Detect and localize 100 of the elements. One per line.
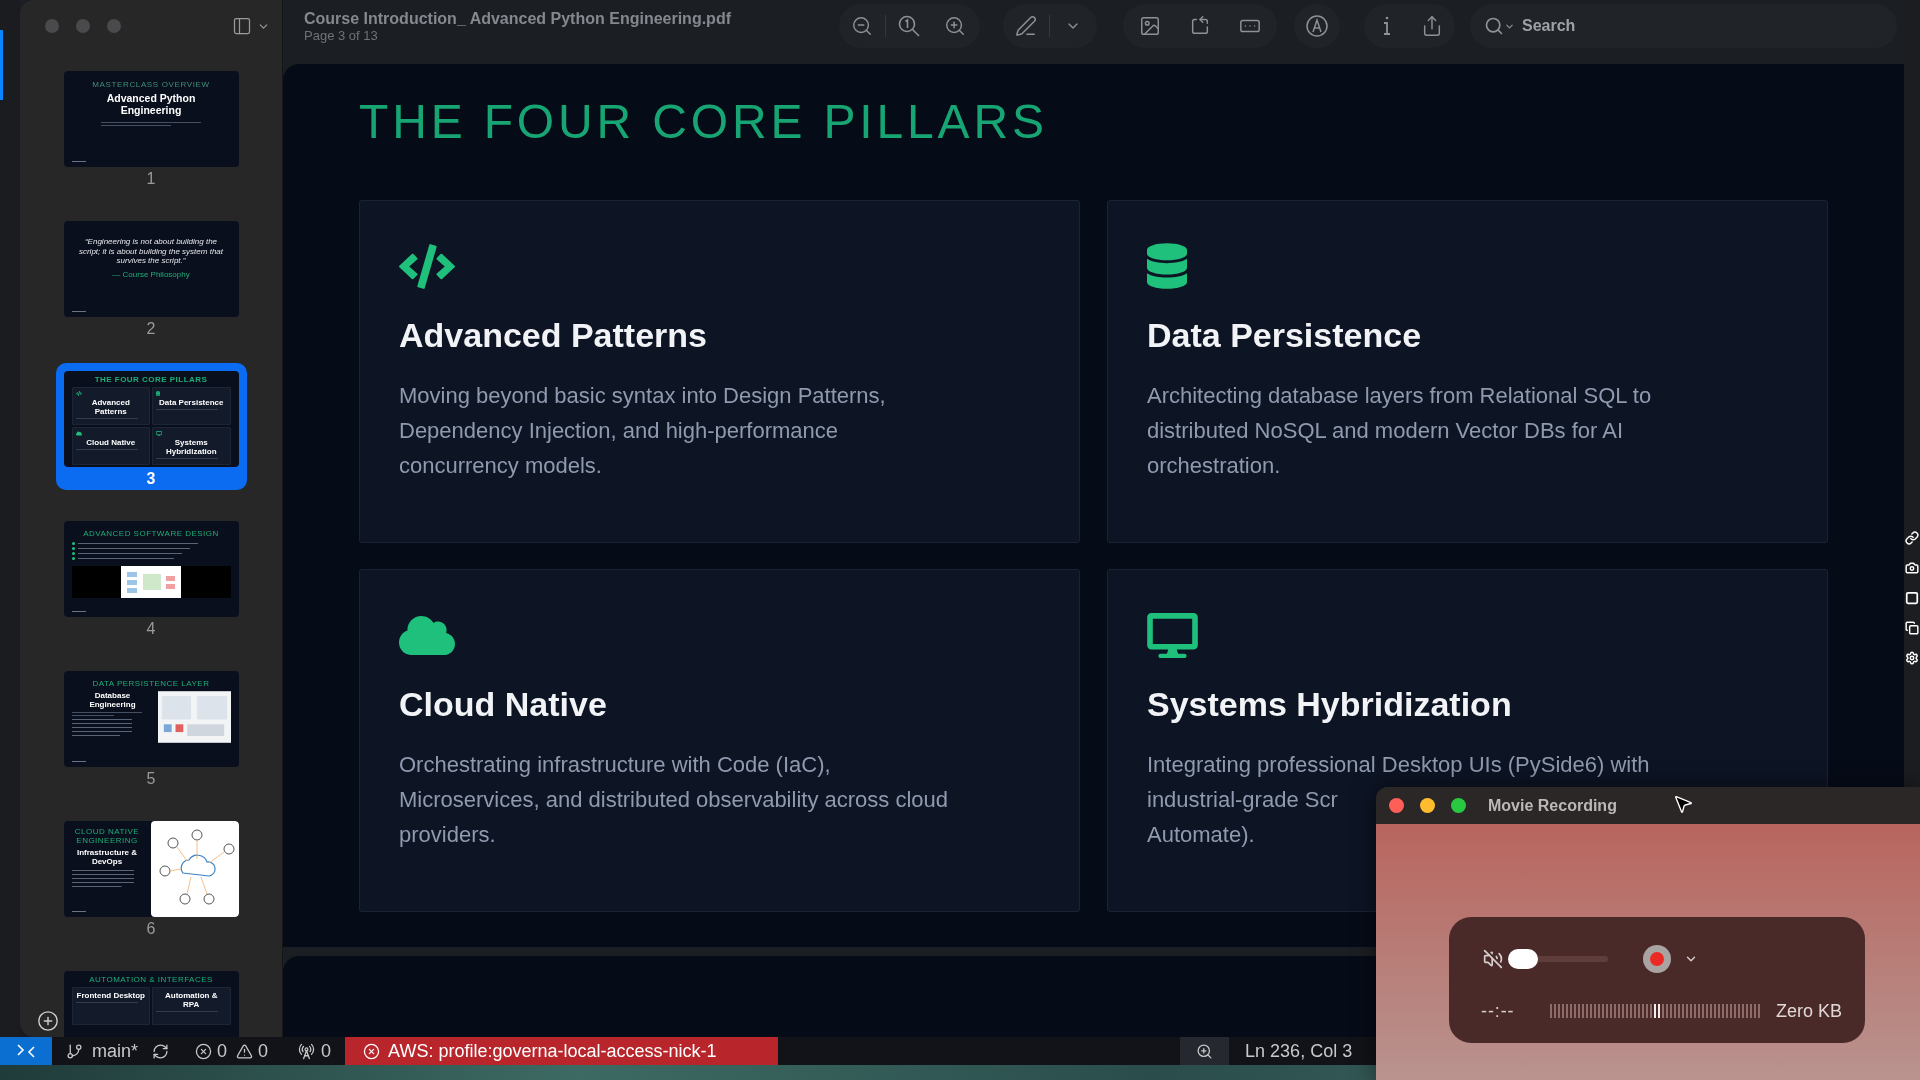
search-field[interactable]: Search: [1470, 4, 1897, 48]
thumbnail-heading: Advanced Python Engineering: [105, 92, 197, 116]
image-icon: [1139, 15, 1161, 37]
text-lines-drawing: [156, 1011, 218, 1012]
maximize-icon[interactable]: [1451, 798, 1466, 813]
page-thumbnail-item[interactable]: ADVANCED SOFTWARE DESIGN 4: [55, 513, 247, 640]
thumbnail-subheading: Database Engineering: [88, 691, 137, 709]
search-icon: [1484, 16, 1504, 36]
mouse-pointer-icon: [1672, 793, 1694, 815]
elapsed-time: --:--: [1481, 999, 1516, 1023]
thumbnail-subheading: Infrastructure & DevOps: [76, 848, 138, 866]
text-lines-drawing: [75, 1002, 138, 1003]
text-lines-drawing: [156, 458, 218, 459]
card-description-fragment: Integrating professional Desktop UIs (PySide6) with: [1147, 751, 1650, 779]
slide-heading: THE FOUR CORE PILLARS: [359, 94, 1048, 150]
error-icon: [363, 1042, 381, 1060]
text-lines-drawing: [71, 719, 132, 736]
thumbnail-eyebrow: MASTERCLASS OVERVIEW: [92, 80, 210, 89]
ports-button[interactable]: 0: [298, 1037, 332, 1065]
chevron-down-icon: [1504, 21, 1515, 32]
thumbnail-attribution: — Course Philosophy: [112, 269, 190, 279]
branch-button[interactable]: main*: [66, 1037, 139, 1065]
card-description-fragment: industrial-grade Scr: [1147, 786, 1338, 814]
zoom-in-icon: [944, 15, 966, 37]
close-icon[interactable]: [1389, 798, 1404, 813]
card-title: Cloud Native: [399, 684, 607, 724]
text-lines-drawing: [75, 449, 138, 450]
thumbnail-card-title: Frontend Desktop: [75, 991, 146, 1000]
page-thumbnail-item[interactable]: AUTOMATION & INTERFACES Frontend Desktop Automation & RPA: [55, 963, 247, 1037]
thumbnail-card-title: Data Persistence: [158, 398, 225, 407]
add-page-button[interactable]: [37, 1010, 59, 1032]
camera-icon: [1905, 561, 1919, 575]
page-thumbnail-item[interactable]: THE FOUR CORE PILLARS Advanced Patterns Data Persistence Cloud Native Systems Hybridization 3: [55, 363, 247, 490]
antenna-icon: [298, 1042, 316, 1060]
thumbnail-heading: AUTOMATION & INTERFACES: [88, 975, 214, 984]
record-button[interactable]: [1643, 945, 1671, 973]
square-icon: [1905, 591, 1919, 605]
branch-icon: [66, 1042, 83, 1060]
thumbnail-card-title: Systems Hybridization: [164, 438, 218, 456]
text-lines-drawing: [71, 870, 134, 887]
bullet-dot-icon: [71, 547, 75, 550]
sync-button[interactable]: [152, 1042, 170, 1060]
aws-profile-button[interactable]: AWS: profile:governa-local-access-nick-1: [345, 1037, 779, 1065]
text-lines-drawing: [156, 409, 218, 410]
zoom-status-button[interactable]: [1180, 1037, 1230, 1065]
code-icon: [399, 243, 455, 289]
thumbnail-heading: CLOUD NATIVE ENGINEERING: [73, 827, 141, 845]
sidebar-icon: [231, 16, 253, 36]
text-lines-drawing: [71, 712, 142, 716]
minimize-icon[interactable]: [1420, 798, 1435, 813]
bullet-dot-icon: [71, 557, 75, 560]
window-title: Movie Recording: [1488, 795, 1617, 816]
card-description: Orchestrating infrastructure with Code (IaC), Microservices, and distributed observability across cloud providers.: [399, 751, 948, 849]
monitor-icon: [1147, 612, 1198, 658]
page-thumbnail-item[interactable]: CLOUD NATIVE ENGINEERING Infrastructure & DevOps 6: [55, 813, 247, 940]
cloud-icon: [75, 431, 82, 436]
file-size: Zero KB: [1776, 999, 1843, 1023]
bullet-dot-icon: [71, 552, 75, 555]
card-description: Moving beyond basic syntax into Design Patterns, Dependency Injection, and high-performance concurrency models.: [399, 382, 886, 480]
page-thumbnail-item[interactable]: DATA PERSISTENCE LAYER Database Engineering 5: [55, 663, 247, 790]
page-thumbnail-item[interactable]: MASTERCLASS OVERVIEW Advanced Python Engineering 1: [55, 63, 247, 190]
plus-icon: [37, 1010, 59, 1032]
sidebar-toggle-button[interactable]: [231, 16, 270, 36]
thumbnail-heading: ADVANCED SOFTWARE DESIGN: [82, 529, 220, 538]
pen-nib-circle-icon: [1306, 15, 1328, 37]
annotate-button[interactable]: [1294, 4, 1340, 48]
error-icon: [195, 1042, 213, 1060]
thumbnail-heading: DATA PERSISTENCE LAYER: [91, 679, 211, 688]
pencil-icon: [1015, 15, 1037, 37]
monitor-icon: [156, 431, 162, 436]
volume-slider[interactable]: [1508, 949, 1608, 969]
zoom-out-icon: [851, 15, 873, 37]
diagram-drawing: [121, 566, 181, 598]
database-icon: [1147, 243, 1187, 289]
document-title: Course Introduction_ Advanced Python Engineering.pdf: [304, 8, 732, 28]
thumbnail-heading: THE FOUR CORE PILLARS: [93, 375, 209, 384]
muted-speaker-icon[interactable]: [1483, 949, 1503, 969]
active-indicator: [0, 30, 3, 100]
problems-button[interactable]: 0 0: [195, 1037, 269, 1065]
info-icon: [1381, 16, 1392, 36]
card-title: Systems Hybridization: [1147, 684, 1512, 724]
thumbnail-card-title: Cloud Native: [85, 438, 137, 447]
remote-icon: [17, 1043, 35, 1059]
record-dot-icon: [1650, 952, 1664, 966]
slider-thumb[interactable]: [1508, 949, 1538, 969]
page-thumbnail-item[interactable]: “Engineering is not about building the script; it is about building the system that survives the script.” — Course Philosophy 2: [55, 213, 247, 340]
zoom-in-icon: [1196, 1042, 1214, 1060]
cursor-position-button[interactable]: Ln 236, Col 3: [1245, 1037, 1353, 1065]
remote-button[interactable]: [0, 1037, 52, 1065]
rotate-icon: [1189, 15, 1211, 37]
sync-icon: [152, 1042, 170, 1060]
gear-icon: [1905, 651, 1919, 665]
thumbnail-quote: “Engineering is not about building the script; it is about building the system that survives the script.”: [77, 237, 225, 266]
database-icon: [156, 391, 160, 396]
link-icon: [1905, 531, 1919, 545]
text-lines-drawing: [75, 418, 138, 419]
page-indicator: Page 3 of 13: [304, 27, 379, 44]
card-description-fragment: Automate).: [1147, 821, 1255, 849]
code-icon: [75, 391, 82, 396]
warning-icon: [236, 1042, 254, 1060]
